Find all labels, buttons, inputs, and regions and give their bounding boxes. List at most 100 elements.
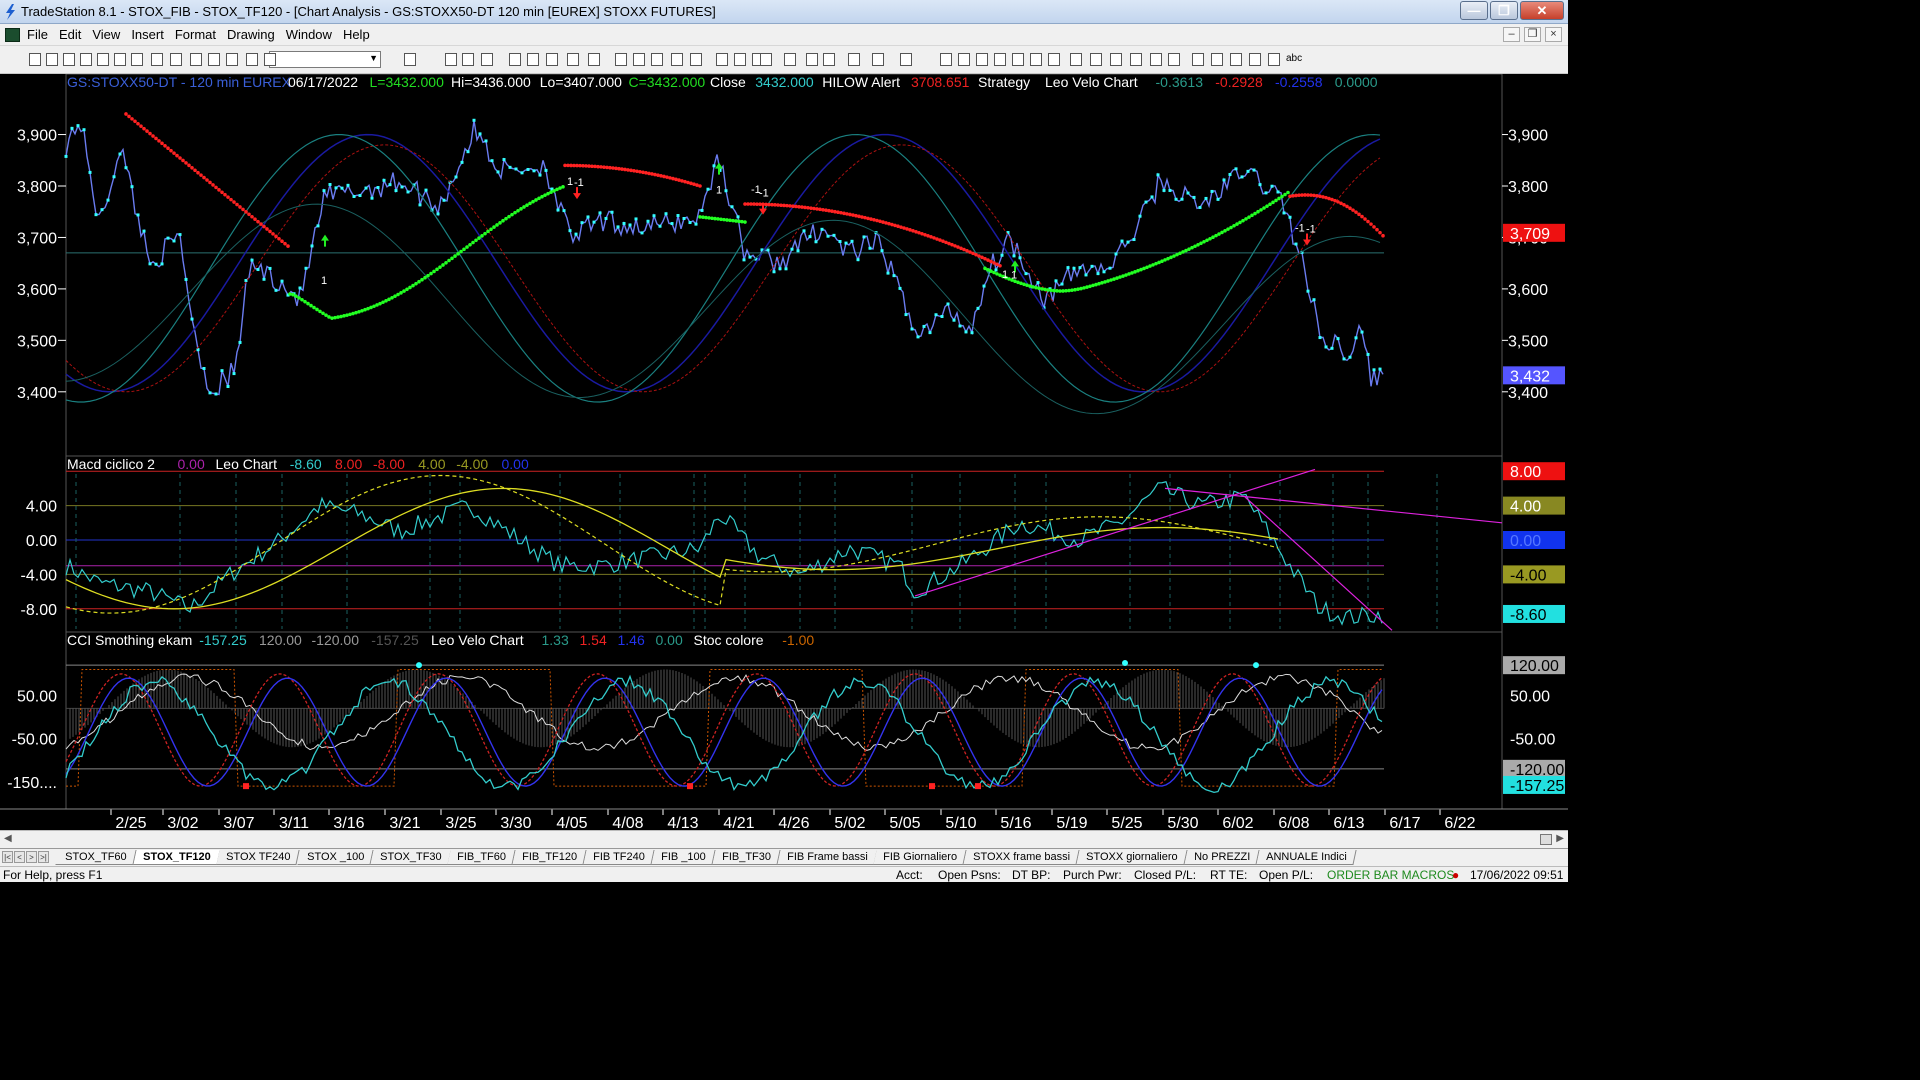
toolbar-tool-icon[interactable] [671,53,683,66]
toolbar-tool-icon[interactable] [958,53,970,66]
minimize-button[interactable]: — [1460,1,1488,20]
toolbar-tool-icon[interactable] [633,53,645,66]
toolbar-tool-icon[interactable] [1070,53,1082,66]
toolbar-tool-icon[interactable] [80,53,92,66]
toolbar-tool-icon[interactable] [97,53,109,66]
toolbar-tool-icon[interactable] [226,53,238,66]
horizontal-scrollbar[interactable]: ◀ ▶ [0,830,1568,848]
toolbar-tool-icon[interactable] [760,53,772,66]
menu-file[interactable]: File [27,27,55,42]
toolbar-tool-icon[interactable] [1048,53,1060,66]
first-tab-icon[interactable]: |< [2,851,13,863]
toolbar-tool-icon[interactable] [29,53,41,66]
menu-edit[interactable]: Edit [59,27,88,42]
toolbar-tool-icon[interactable] [1110,53,1122,66]
mdi-restore-button[interactable]: ❐ [1524,27,1541,42]
toolbar-tool-icon[interactable] [1192,53,1204,66]
toolbar-tool-icon[interactable] [1030,53,1042,66]
prev-tab-icon[interactable]: < [14,851,25,863]
toolbar-tool-icon[interactable] [1150,53,1162,66]
mdi-close-button[interactable]: × [1545,27,1562,42]
menu-view[interactable]: View [92,27,127,42]
toolbar-tool-icon[interactable] [651,53,663,66]
tab-stoxx-frame-bassi[interactable]: STOXX frame bassi [963,850,1080,865]
toolbar-tool-icon[interactable] [46,53,58,66]
tab-stox-tf60[interactable]: STOX_TF60 [55,850,137,865]
toolbar-tool-icon[interactable] [246,53,258,66]
toolbar-tool-icon[interactable] [546,53,558,66]
toolbar-tool-icon[interactable] [151,53,163,66]
tab-fib-tf60[interactable]: FIB_TF60 [447,850,516,865]
next-tab-icon[interactable]: > [26,851,37,863]
toolbar-tool-icon[interactable] [1012,53,1024,66]
tab-fib-tf240[interactable]: FIB TF240 [583,850,655,865]
toolbar-tool-icon[interactable] [114,53,126,66]
tab-stox-tf30[interactable]: STOX_TF30 [370,850,452,865]
toolbar-tool-icon[interactable] [823,53,835,66]
chart-analysis[interactable]: GS:STOXX50-DT - 120 min EUREX 06/17/2022 L=… [0,74,1568,830]
toolbar-tool-icon[interactable] [784,53,796,66]
toolbar-tool-icon[interactable] [848,53,860,66]
toolbar-tool-icon[interactable] [716,53,728,66]
symbol-combo[interactable]: ▼ [269,51,381,68]
scroll-left-icon[interactable]: ◀ [4,833,12,844]
toolbar-tool-icon[interactable] [131,53,143,66]
toolbar-tool-icon[interactable] [1230,53,1242,66]
toolbar-tool-icon[interactable] [264,53,276,66]
status-order-bar-macros[interactable]: ORDER BAR MACROS [1327,868,1454,882]
menu-drawing[interactable]: Drawing [227,27,282,42]
scroll-right-icon[interactable]: ▶ [1556,833,1564,844]
scroll-thumb[interactable] [1540,834,1552,845]
toolbar-tool-icon[interactable] [1268,53,1280,66]
tab-fib-100[interactable]: FIB _100 [651,850,716,865]
toolbar-tool-icon[interactable] [170,53,182,66]
toolbar-tool-icon[interactable] [615,53,627,66]
maximize-button[interactable]: ❐ [1490,1,1518,20]
toolbar-tool-icon[interactable] [1211,53,1223,66]
toolbar-tool-icon[interactable] [567,53,579,66]
toolbar-tool-icon[interactable] [462,53,474,66]
tab-fib-tf120[interactable]: FIB_TF120 [512,850,587,865]
tab-no-prezzi[interactable]: No PREZZI [1184,850,1260,865]
last-tab-icon[interactable]: >| [38,851,49,863]
menu-format[interactable]: Format [175,27,223,42]
toolbar-tool-icon[interactable] [445,53,457,66]
tab-fib-frame-bassi[interactable]: FIB Frame bassi [777,850,877,865]
trailing-stop-dot [190,166,194,170]
toolbar-tool-icon[interactable] [404,53,416,66]
toolbar-tool-icon[interactable] [690,53,702,66]
toolbar-tool-icon[interactable] [1130,53,1142,66]
toolbar-tool-icon[interactable] [527,53,539,66]
toolbar-tool-icon[interactable] [900,53,912,66]
chart-canvas[interactable]: GS:STOXX50-DT - 120 min EUREX06/17/2022 L=… [0,74,1568,830]
toolbar-tool-icon[interactable] [994,53,1006,66]
toolbar-tool-icon[interactable] [1249,53,1261,66]
menu-help[interactable]: Help [343,27,377,42]
chart-window-icon[interactable] [5,28,20,42]
text-tool-button[interactable]: abc [1286,53,1302,64]
toolbar-tool-icon[interactable] [734,53,746,66]
tab-annuale-indici[interactable]: ANNUALE Indici [1256,850,1357,865]
tab-fib-tf30[interactable]: FIB_TF30 [712,850,781,865]
mdi-minimize-button[interactable]: – [1503,27,1520,42]
tab-stox-100[interactable]: STOX _100 [297,850,374,865]
tab-fib-giornaliero[interactable]: FIB Giornaliero [873,850,967,865]
toolbar-tool-icon[interactable] [872,53,884,66]
menu-insert[interactable]: Insert [131,27,171,42]
menu-window[interactable]: Window [286,27,339,42]
tab-stox-tf120[interactable]: STOX_TF120 [132,850,220,865]
toolbar-tool-icon[interactable] [976,53,988,66]
toolbar-tool-icon[interactable] [190,53,202,66]
tab-stoxx-giornaliero[interactable]: STOXX giornaliero [1076,850,1188,865]
toolbar-tool-icon[interactable] [208,53,220,66]
toolbar-tool-icon[interactable] [509,53,521,66]
toolbar-tool-icon[interactable] [481,53,493,66]
toolbar-tool-icon[interactable] [1090,53,1102,66]
toolbar-tool-icon[interactable] [588,53,600,66]
toolbar-tool-icon[interactable] [806,53,818,66]
toolbar-tool-icon[interactable] [63,53,75,66]
toolbar-tool-icon[interactable] [1168,53,1180,66]
toolbar-tool-icon[interactable] [940,53,952,66]
close-button[interactable]: ✕ [1520,1,1564,20]
tab-stox-tf240[interactable]: STOX TF240 [216,850,301,865]
